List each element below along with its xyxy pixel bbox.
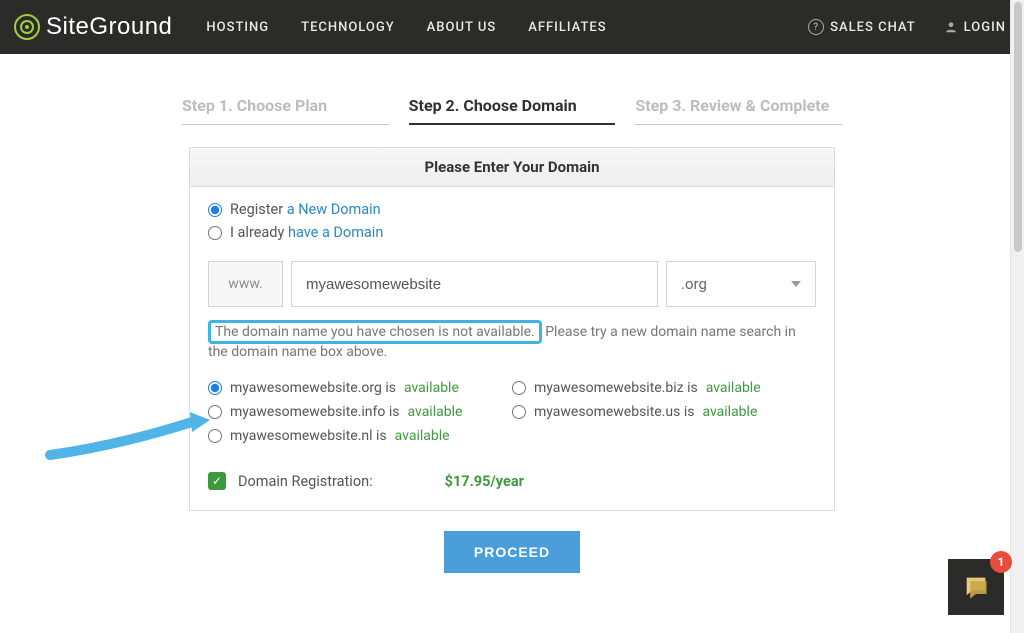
- login-link[interactable]: LOGIN: [944, 20, 1006, 35]
- suggestion-radio-2[interactable]: [208, 405, 222, 419]
- nav-technology[interactable]: TECHNOLOGY: [301, 20, 395, 35]
- check-icon[interactable]: ✓: [208, 472, 226, 490]
- registration-price: $17.95/year: [445, 473, 524, 490]
- suggestion-radio-3[interactable]: [512, 405, 526, 419]
- suggestion-text-0: myawesomewebsite.org is: [230, 380, 396, 396]
- topbar-right: ? SALES CHAT LOGIN: [808, 19, 1006, 35]
- steps: Step 1. Choose Plan Step 2. Choose Domai…: [182, 96, 842, 125]
- login-label: LOGIN: [964, 20, 1006, 35]
- suggestion-3[interactable]: myawesomewebsite.us is available: [512, 404, 816, 420]
- sales-chat-link[interactable]: ? SALES CHAT: [808, 19, 916, 35]
- suggestion-status-4: available: [395, 428, 450, 444]
- chevron-down-icon: [791, 281, 801, 287]
- step-1[interactable]: Step 1. Choose Plan: [182, 96, 389, 125]
- step-3[interactable]: Step 3. Review & Complete: [635, 96, 842, 125]
- topbar: SiteGround HOSTING TECHNOLOGY ABOUT US A…: [0, 0, 1024, 54]
- availability-highlight: The domain name you have chosen is not a…: [208, 320, 542, 344]
- help-icon: ?: [808, 19, 824, 35]
- suggestion-text-2: myawesomewebsite.info is: [230, 404, 400, 420]
- registration-label: Domain Registration:: [238, 473, 373, 490]
- suggestion-text-3: myawesomewebsite.us is: [534, 404, 694, 420]
- suggestion-status-1: available: [706, 380, 761, 396]
- suggestion-text-1: myawesomewebsite.biz is: [534, 380, 698, 396]
- suggestion-status-0: available: [404, 380, 459, 396]
- suggestion-radio-4[interactable]: [208, 429, 222, 443]
- main-nav: HOSTING TECHNOLOGY ABOUT US AFFILIATES: [206, 20, 606, 35]
- annotation-arrow: [40, 400, 210, 480]
- suggestion-status-3: available: [702, 404, 757, 420]
- suggestion-0[interactable]: myawesomewebsite.org is available: [208, 380, 512, 396]
- scrollbar-thumb[interactable]: [1014, 2, 1022, 252]
- panel-title: Please Enter Your Domain: [190, 148, 834, 187]
- option-have[interactable]: I already have a Domain: [208, 224, 816, 241]
- option-register[interactable]: Register a New Domain: [208, 201, 816, 218]
- option-have-link: have a Domain: [288, 224, 383, 241]
- tld-select[interactable]: .org: [666, 261, 816, 307]
- option-have-prefix: I already: [230, 224, 288, 241]
- step-2[interactable]: Step 2. Choose Domain: [409, 96, 616, 125]
- suggestion-1[interactable]: myawesomewebsite.biz is available: [512, 380, 816, 396]
- chat-badge: 1: [990, 551, 1012, 573]
- logo[interactable]: SiteGround: [14, 13, 172, 41]
- proceed-button[interactable]: PROCEED: [444, 531, 580, 573]
- option-register-radio[interactable]: [208, 203, 222, 217]
- suggestion-radio-1[interactable]: [512, 381, 526, 395]
- domain-input[interactable]: [291, 261, 658, 307]
- tld-value: .org: [681, 275, 707, 293]
- suggestion-text-4: myawesomewebsite.nl is: [230, 428, 387, 444]
- domain-row: www. .org: [208, 261, 816, 307]
- domain-prefix: www.: [208, 261, 283, 307]
- suggestion-2[interactable]: myawesomewebsite.info is available: [208, 404, 512, 420]
- nav-affiliates[interactable]: AFFILIATES: [528, 20, 606, 35]
- option-register-link: a New Domain: [287, 201, 381, 218]
- user-icon: [944, 20, 958, 34]
- brand-text: SiteGround: [46, 13, 172, 41]
- sales-chat-label: SALES CHAT: [830, 20, 916, 35]
- chat-widget[interactable]: 1: [948, 559, 1004, 615]
- chat-icon: [962, 573, 990, 601]
- option-register-prefix: Register: [230, 201, 287, 218]
- logo-icon: [14, 14, 40, 40]
- nav-hosting[interactable]: HOSTING: [206, 20, 269, 35]
- suggestion-radio-0[interactable]: [208, 381, 222, 395]
- option-have-radio[interactable]: [208, 226, 222, 240]
- availability-message: The domain name you have chosen is not a…: [208, 323, 816, 362]
- suggestions-grid: myawesomewebsite.org is availablemyaweso…: [208, 380, 816, 444]
- scrollbar[interactable]: [1010, 0, 1024, 633]
- domain-panel: Please Enter Your Domain Register a New …: [189, 147, 835, 511]
- suggestion-status-2: available: [408, 404, 463, 420]
- nav-about[interactable]: ABOUT US: [427, 20, 497, 35]
- suggestion-4[interactable]: myawesomewebsite.nl is available: [208, 428, 512, 444]
- registration-row: ✓ Domain Registration: $17.95/year: [208, 472, 816, 490]
